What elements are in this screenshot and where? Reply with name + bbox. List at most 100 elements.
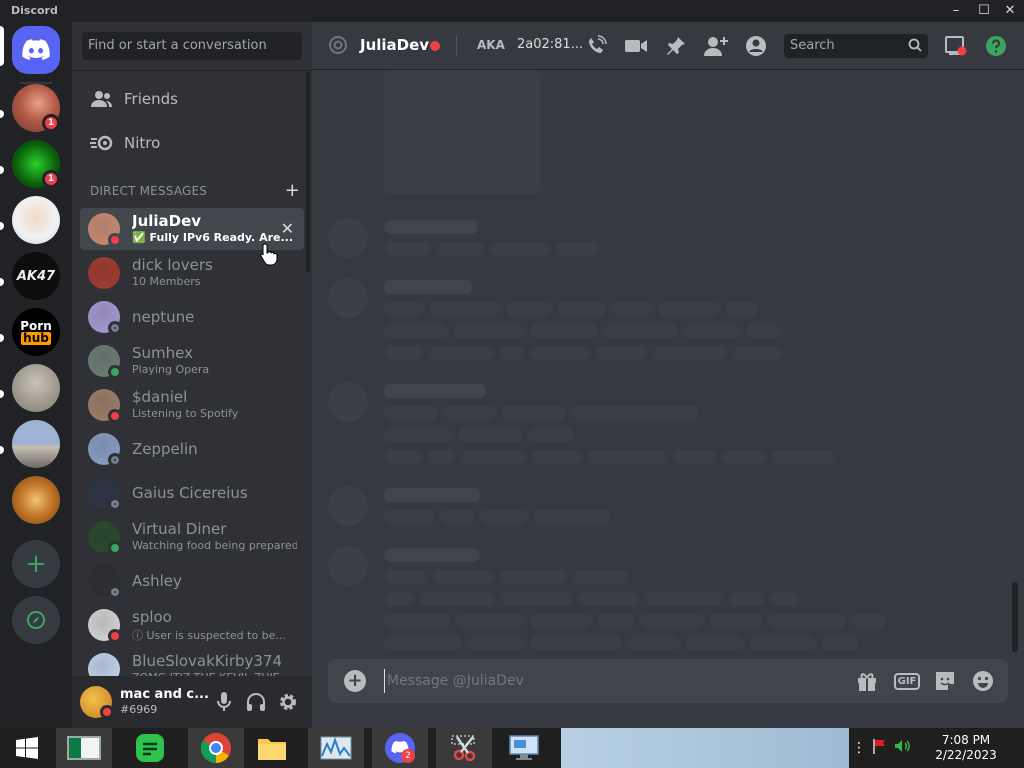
server-porn-hub[interactable]: Porn hub: [12, 308, 60, 356]
server-burger[interactable]: [12, 476, 60, 524]
taskbar-app-chat[interactable]: [122, 728, 178, 768]
skeleton-line: [612, 302, 652, 316]
message-search-input[interactable]: Search: [784, 34, 928, 58]
sidebar-scrollbar[interactable]: [306, 72, 310, 272]
maximize-button[interactable]: ☐: [970, 0, 998, 22]
taskbar-chrome[interactable]: [188, 728, 244, 768]
skeleton-line: [710, 614, 762, 628]
sticker-icon: [936, 672, 954, 690]
emoji-button[interactable]: [970, 669, 996, 693]
server-photo-gray[interactable]: [12, 364, 60, 412]
chat-app-icon: [136, 734, 164, 762]
dm-item[interactable]: Gaius Cicereius: [80, 472, 304, 514]
dm-name: sploo: [132, 608, 172, 626]
user-tag: #6969: [120, 703, 158, 716]
create-dm-button[interactable]: +: [285, 180, 300, 201]
dm-item[interactable]: sploo ⓘ User is suspected to be...: [80, 604, 304, 646]
user-profile-button[interactable]: [744, 34, 768, 58]
home-button[interactable]: [12, 26, 60, 74]
mute-button[interactable]: [212, 690, 236, 714]
skeleton-line: [530, 636, 622, 650]
dm-subtext: Watching food being prepared!: [132, 539, 297, 552]
find-conversation-input[interactable]: Find or start a conversation: [82, 32, 302, 60]
unread-pill: [0, 222, 4, 230]
taskbar-clock[interactable]: 7:08 PM 2/22/2023: [928, 733, 1004, 763]
skeleton-line: [454, 324, 524, 338]
gift-button[interactable]: [854, 669, 880, 693]
user-settings-button[interactable]: [276, 690, 300, 714]
video-call-button[interactable]: [624, 34, 648, 58]
chrome-icon: [200, 733, 231, 763]
nitro-nav[interactable]: Nitro: [80, 122, 304, 164]
friends-nav[interactable]: Friends: [80, 78, 304, 120]
message-input[interactable]: [384, 669, 814, 693]
friends-icon: [80, 90, 124, 108]
start-button[interactable]: [0, 728, 54, 768]
dm-avatar: [88, 257, 120, 289]
dm-item[interactable]: Sumhex Playing Opera: [80, 340, 304, 382]
help-button[interactable]: [984, 34, 1008, 58]
taskbar-file-explorer[interactable]: [244, 728, 300, 768]
folder-icon: [258, 739, 286, 760]
skeleton-line: [822, 636, 858, 650]
close-window-button[interactable]: ✕: [996, 0, 1024, 22]
dm-item[interactable]: Zeppelin: [80, 428, 304, 470]
unread-pill: [0, 278, 4, 286]
dm-item[interactable]: Virtual Diner Watching food being prepare…: [80, 516, 304, 558]
skeleton-line: [420, 592, 496, 606]
taskbar-preview-region: [561, 728, 849, 768]
explore-servers-button[interactable]: [12, 596, 60, 644]
taskbar-task-manager[interactable]: [308, 728, 364, 768]
dm-item[interactable]: neptune: [80, 296, 304, 338]
add-server-button[interactable]: +: [12, 540, 60, 588]
dm-subtext: ⓘ User is suspected to be...: [132, 629, 286, 642]
skeleton-line: [506, 302, 552, 316]
server-building[interactable]: [12, 420, 60, 468]
volume-icon[interactable]: [894, 738, 910, 758]
deafen-button[interactable]: [244, 690, 268, 714]
unread-pill: [0, 334, 4, 342]
skeleton-line: [640, 614, 704, 628]
unread-pill: [0, 166, 4, 174]
dm-status-offline: [108, 453, 122, 467]
taskbar-remote-desktop[interactable]: [496, 728, 552, 768]
skeleton-line: [734, 346, 782, 360]
voice-call-button[interactable]: [584, 34, 608, 58]
pinned-messages-button[interactable]: [664, 34, 688, 58]
server-cartoon[interactable]: [12, 196, 60, 244]
dm-sidebar: Find or start a conversation Friends Nit…: [72, 22, 312, 728]
dm-name: Sumhex: [132, 344, 193, 362]
flag-icon[interactable]: [872, 738, 888, 758]
upload-button[interactable]: +: [344, 670, 366, 692]
taskbar-snipping-tool[interactable]: [436, 728, 492, 768]
server-ak47[interactable]: AK47: [12, 252, 60, 300]
sticker-button[interactable]: [932, 669, 958, 693]
app-window-icon: [67, 736, 101, 760]
skeleton-line: [502, 406, 566, 420]
server-rail: 1 1 AK47 Porn hub +: [0, 22, 72, 728]
inbox-button[interactable]: [944, 34, 968, 58]
gif-label: GIF: [893, 672, 921, 690]
dm-item[interactable]: Ashley: [80, 560, 304, 602]
tray-overflow-icon[interactable]: ⋮: [852, 740, 866, 756]
taskbar-app-window[interactable]: [56, 728, 112, 768]
gif-button[interactable]: GIF: [893, 669, 921, 693]
skeleton-line: [646, 592, 722, 606]
user-profile-icon: [746, 36, 766, 56]
skeleton-line: [686, 636, 744, 650]
close-dm-button[interactable]: ✕: [281, 219, 294, 238]
taskbar-discord[interactable]: 2: [372, 728, 428, 768]
messages-scrollbar[interactable]: [1012, 582, 1018, 652]
minimize-button[interactable]: –: [942, 0, 970, 22]
dm-status-offline: [108, 321, 122, 335]
skeleton-line: [530, 346, 590, 360]
add-friends-to-dm-button[interactable]: [704, 34, 728, 58]
dm-item[interactable]: $daniel Listening to Spotify: [80, 384, 304, 426]
server-badge: 1: [42, 170, 60, 188]
skeleton-line: [574, 570, 628, 584]
skeleton-avatar: [328, 546, 368, 586]
aka-label: AKA: [477, 38, 505, 52]
dm-name: Zeppelin: [132, 440, 198, 458]
skeleton-line: [384, 428, 452, 442]
skeleton-line: [726, 302, 758, 316]
